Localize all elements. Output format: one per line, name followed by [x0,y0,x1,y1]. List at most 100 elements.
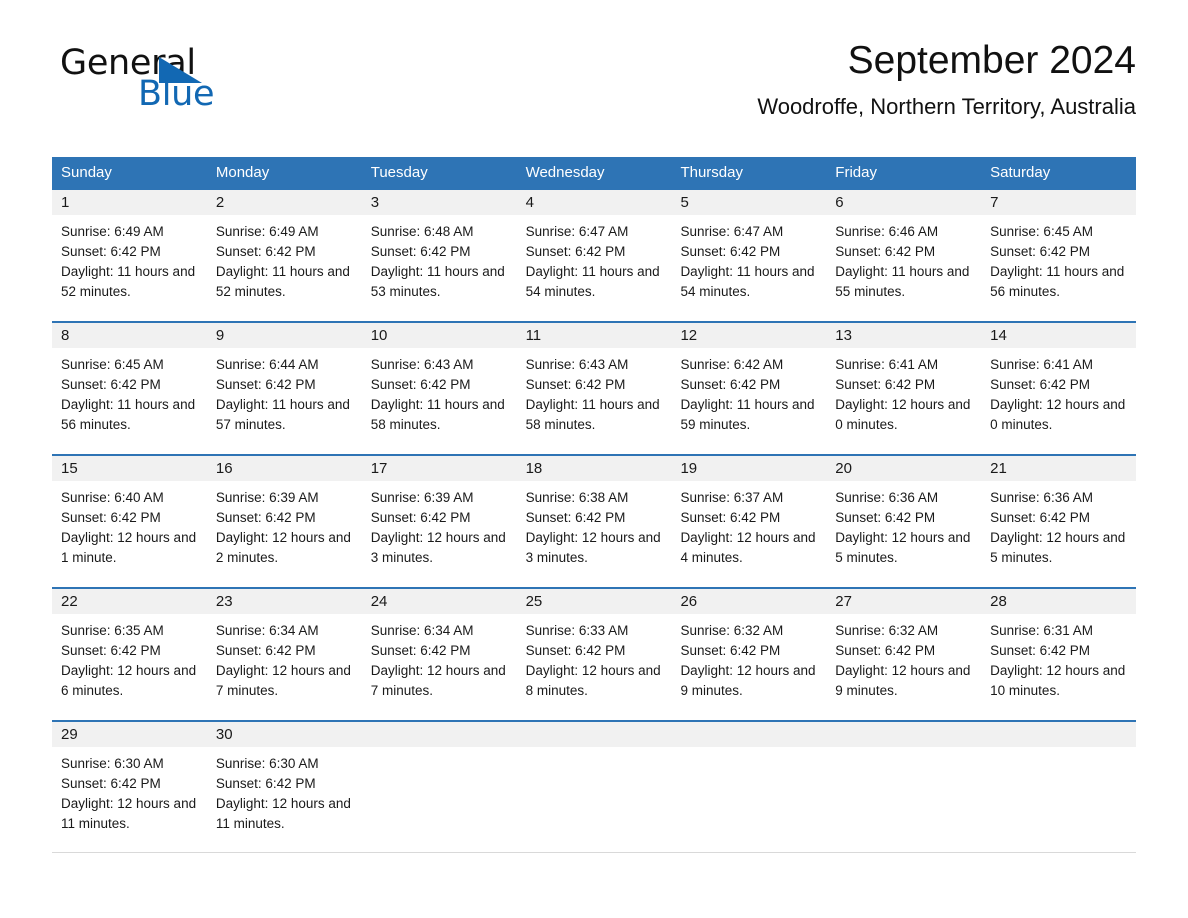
day-cell[interactable]: 14 Sunrise: 6:41 AM Sunset: 6:42 PM Dayl… [981,323,1137,454]
daylight-text: Daylight: 11 hours and 54 minutes. [680,264,815,299]
day-cell[interactable]: 20 Sunrise: 6:36 AM Sunset: 6:42 PM Dayl… [826,456,982,587]
day-cell[interactable]: 30 Sunrise: 6:30 AM Sunset: 6:42 PM Dayl… [206,722,362,852]
day-cell[interactable]: 23 Sunrise: 6:34 AM Sunset: 6:42 PM Dayl… [206,589,362,720]
sunset-text: Sunset: 6:42 PM [215,643,316,658]
day-cell[interactable]: 13 Sunrise: 6:41 AM Sunset: 6:42 PM Dayl… [826,323,982,454]
day-cell[interactable]: 18 Sunrise: 6:38 AM Sunset: 6:42 PM Dayl… [516,456,672,587]
day-cell[interactable]: 22 Sunrise: 6:35 AM Sunset: 6:42 PM Dayl… [52,589,207,720]
daylight-text: Daylight: 12 hours and 11 minutes. [61,796,197,831]
sunset-text: Sunset: 6:42 PM [680,510,781,525]
day-number [671,722,827,747]
day-cell[interactable]: 10 Sunrise: 6:43 AM Sunset: 6:42 PM Dayl… [361,323,517,454]
day-cell[interactable]: 7 Sunrise: 6:45 AM Sunset: 6:42 PM Dayli… [981,190,1137,321]
sunrise-text: Sunrise: 6:45 AM [990,224,1093,239]
day-cell[interactable]: 16 Sunrise: 6:39 AM Sunset: 6:42 PM Dayl… [206,456,362,587]
sunset-text: Sunset: 6:42 PM [61,377,161,392]
day-cell[interactable]: 28 Sunrise: 6:31 AM Sunset: 6:42 PM Dayl… [981,589,1137,720]
day-cell[interactable]: 29 Sunrise: 6:30 AM Sunset: 6:42 PM Dayl… [52,722,207,852]
day-cell[interactable]: 26 Sunrise: 6:32 AM Sunset: 6:42 PM Dayl… [671,589,827,720]
day-info: Sunrise: 6:44 AM Sunset: 6:42 PM Dayligh… [207,348,362,435]
sunset-text: Sunset: 6:42 PM [835,510,936,525]
day-number [516,722,672,747]
day-info [826,747,981,754]
sunrise-text: Sunrise: 6:32 AM [835,623,939,638]
day-cell[interactable]: 8 Sunrise: 6:45 AM Sunset: 6:42 PM Dayli… [52,323,207,454]
sunrise-text: Sunrise: 6:43 AM [370,357,474,372]
day-info: Sunrise: 6:46 AM Sunset: 6:42 PM Dayligh… [826,215,981,302]
day-cell[interactable]: 15 Sunrise: 6:40 AM Sunset: 6:42 PM Dayl… [52,456,207,587]
day-cell-empty [361,722,517,852]
day-number: 30 [206,722,362,747]
weekday-header-friday: Friday [835,164,877,181]
day-number [361,722,517,747]
sunrise-text: Sunrise: 6:33 AM [525,623,629,638]
sunrise-text: Sunrise: 6:30 AM [61,756,164,771]
day-cell[interactable]: 12 Sunrise: 6:42 AM Sunset: 6:42 PM Dayl… [671,323,827,454]
sunset-text: Sunset: 6:42 PM [835,377,936,392]
day-cell[interactable]: 21 Sunrise: 6:36 AM Sunset: 6:42 PM Dayl… [981,456,1137,587]
day-info: Sunrise: 6:35 AM Sunset: 6:42 PM Dayligh… [52,614,207,701]
day-cell[interactable]: 25 Sunrise: 6:33 AM Sunset: 6:42 PM Dayl… [516,589,672,720]
week-row: 15 Sunrise: 6:40 AM Sunset: 6:42 PM Dayl… [52,454,1137,587]
calendar-page: General Blue September 2024 Woodroffe, N… [0,0,1188,918]
day-number: 9 [206,323,362,348]
week-row: 8 Sunrise: 6:45 AM Sunset: 6:42 PM Dayli… [52,321,1137,454]
day-number: 18 [516,456,672,481]
sunrise-text: Sunrise: 6:35 AM [61,623,164,638]
day-info: Sunrise: 6:39 AM Sunset: 6:42 PM Dayligh… [362,481,517,568]
day-info: Sunrise: 6:40 AM Sunset: 6:42 PM Dayligh… [52,481,207,568]
sunrise-text: Sunrise: 6:47 AM [680,224,784,239]
day-number: 1 [52,190,207,215]
page-title: September 2024 [847,39,1136,82]
day-cell[interactable]: 17 Sunrise: 6:39 AM Sunset: 6:42 PM Dayl… [361,456,517,587]
day-cell[interactable]: 4 Sunrise: 6:47 AM Sunset: 6:42 PM Dayli… [516,190,672,321]
day-number: 16 [206,456,362,481]
day-number: 15 [52,456,207,481]
day-cell[interactable]: 2 Sunrise: 6:49 AM Sunset: 6:42 PM Dayli… [206,190,362,321]
daylight-text: Daylight: 11 hours and 53 minutes. [370,264,505,299]
day-cell[interactable]: 1 Sunrise: 6:49 AM Sunset: 6:42 PM Dayli… [52,190,207,321]
day-number: 13 [826,323,982,348]
day-cell[interactable]: 9 Sunrise: 6:44 AM Sunset: 6:42 PM Dayli… [206,323,362,454]
sunrise-text: Sunrise: 6:43 AM [525,357,629,372]
sunrise-text: Sunrise: 6:44 AM [215,357,319,372]
day-cell[interactable]: 24 Sunrise: 6:34 AM Sunset: 6:42 PM Dayl… [361,589,517,720]
daylight-text: Daylight: 12 hours and 7 minutes. [215,663,351,698]
sunrise-text: Sunrise: 6:39 AM [215,490,319,505]
daylight-text: Daylight: 11 hours and 52 minutes. [61,264,196,299]
title-block: September 2024 Woodroffe, Northern Terri… [757,38,1136,120]
day-number: 3 [361,190,517,215]
day-info: Sunrise: 6:32 AM Sunset: 6:42 PM Dayligh… [826,614,981,701]
sunrise-text: Sunrise: 6:46 AM [835,224,939,239]
sunrise-text: Sunrise: 6:49 AM [215,224,319,239]
sunset-text: Sunset: 6:42 PM [680,244,781,259]
day-info: Sunrise: 6:45 AM Sunset: 6:42 PM Dayligh… [52,348,207,435]
day-number: 2 [206,190,362,215]
day-cell[interactable]: 27 Sunrise: 6:32 AM Sunset: 6:42 PM Dayl… [826,589,982,720]
day-info [362,747,517,754]
day-cell-empty [981,722,1137,852]
day-info: Sunrise: 6:43 AM Sunset: 6:42 PM Dayligh… [362,348,517,435]
brand-logo[interactable]: General Blue [60,44,360,114]
day-cell[interactable]: 3 Sunrise: 6:48 AM Sunset: 6:42 PM Dayli… [361,190,517,321]
day-cell[interactable]: 6 Sunrise: 6:46 AM Sunset: 6:42 PM Dayli… [826,190,982,321]
weekday-header-monday: Monday [215,164,270,181]
sunset-text: Sunset: 6:42 PM [835,244,936,259]
sunrise-text: Sunrise: 6:37 AM [680,490,784,505]
day-info: Sunrise: 6:41 AM Sunset: 6:42 PM Dayligh… [981,348,1136,435]
day-cell[interactable]: 19 Sunrise: 6:37 AM Sunset: 6:42 PM Dayl… [671,456,827,587]
daylight-text: Daylight: 12 hours and 3 minutes. [525,530,661,565]
day-info [517,747,672,754]
daylight-text: Daylight: 12 hours and 3 minutes. [370,530,506,565]
day-number: 20 [826,456,982,481]
sunset-text: Sunset: 6:42 PM [61,643,161,658]
day-cell[interactable]: 5 Sunrise: 6:47 AM Sunset: 6:42 PM Dayli… [671,190,827,321]
day-info [671,747,826,754]
sunset-text: Sunset: 6:42 PM [61,776,161,791]
day-cell[interactable]: 11 Sunrise: 6:43 AM Sunset: 6:42 PM Dayl… [516,323,672,454]
sunrise-text: Sunrise: 6:47 AM [525,224,629,239]
calendar-grid: Sunday Monday Tuesday Wednesday Thursday… [52,157,1137,853]
daylight-text: Daylight: 12 hours and 9 minutes. [835,663,971,698]
sunset-text: Sunset: 6:42 PM [680,377,781,392]
daylight-text: Daylight: 11 hours and 56 minutes. [61,397,196,432]
